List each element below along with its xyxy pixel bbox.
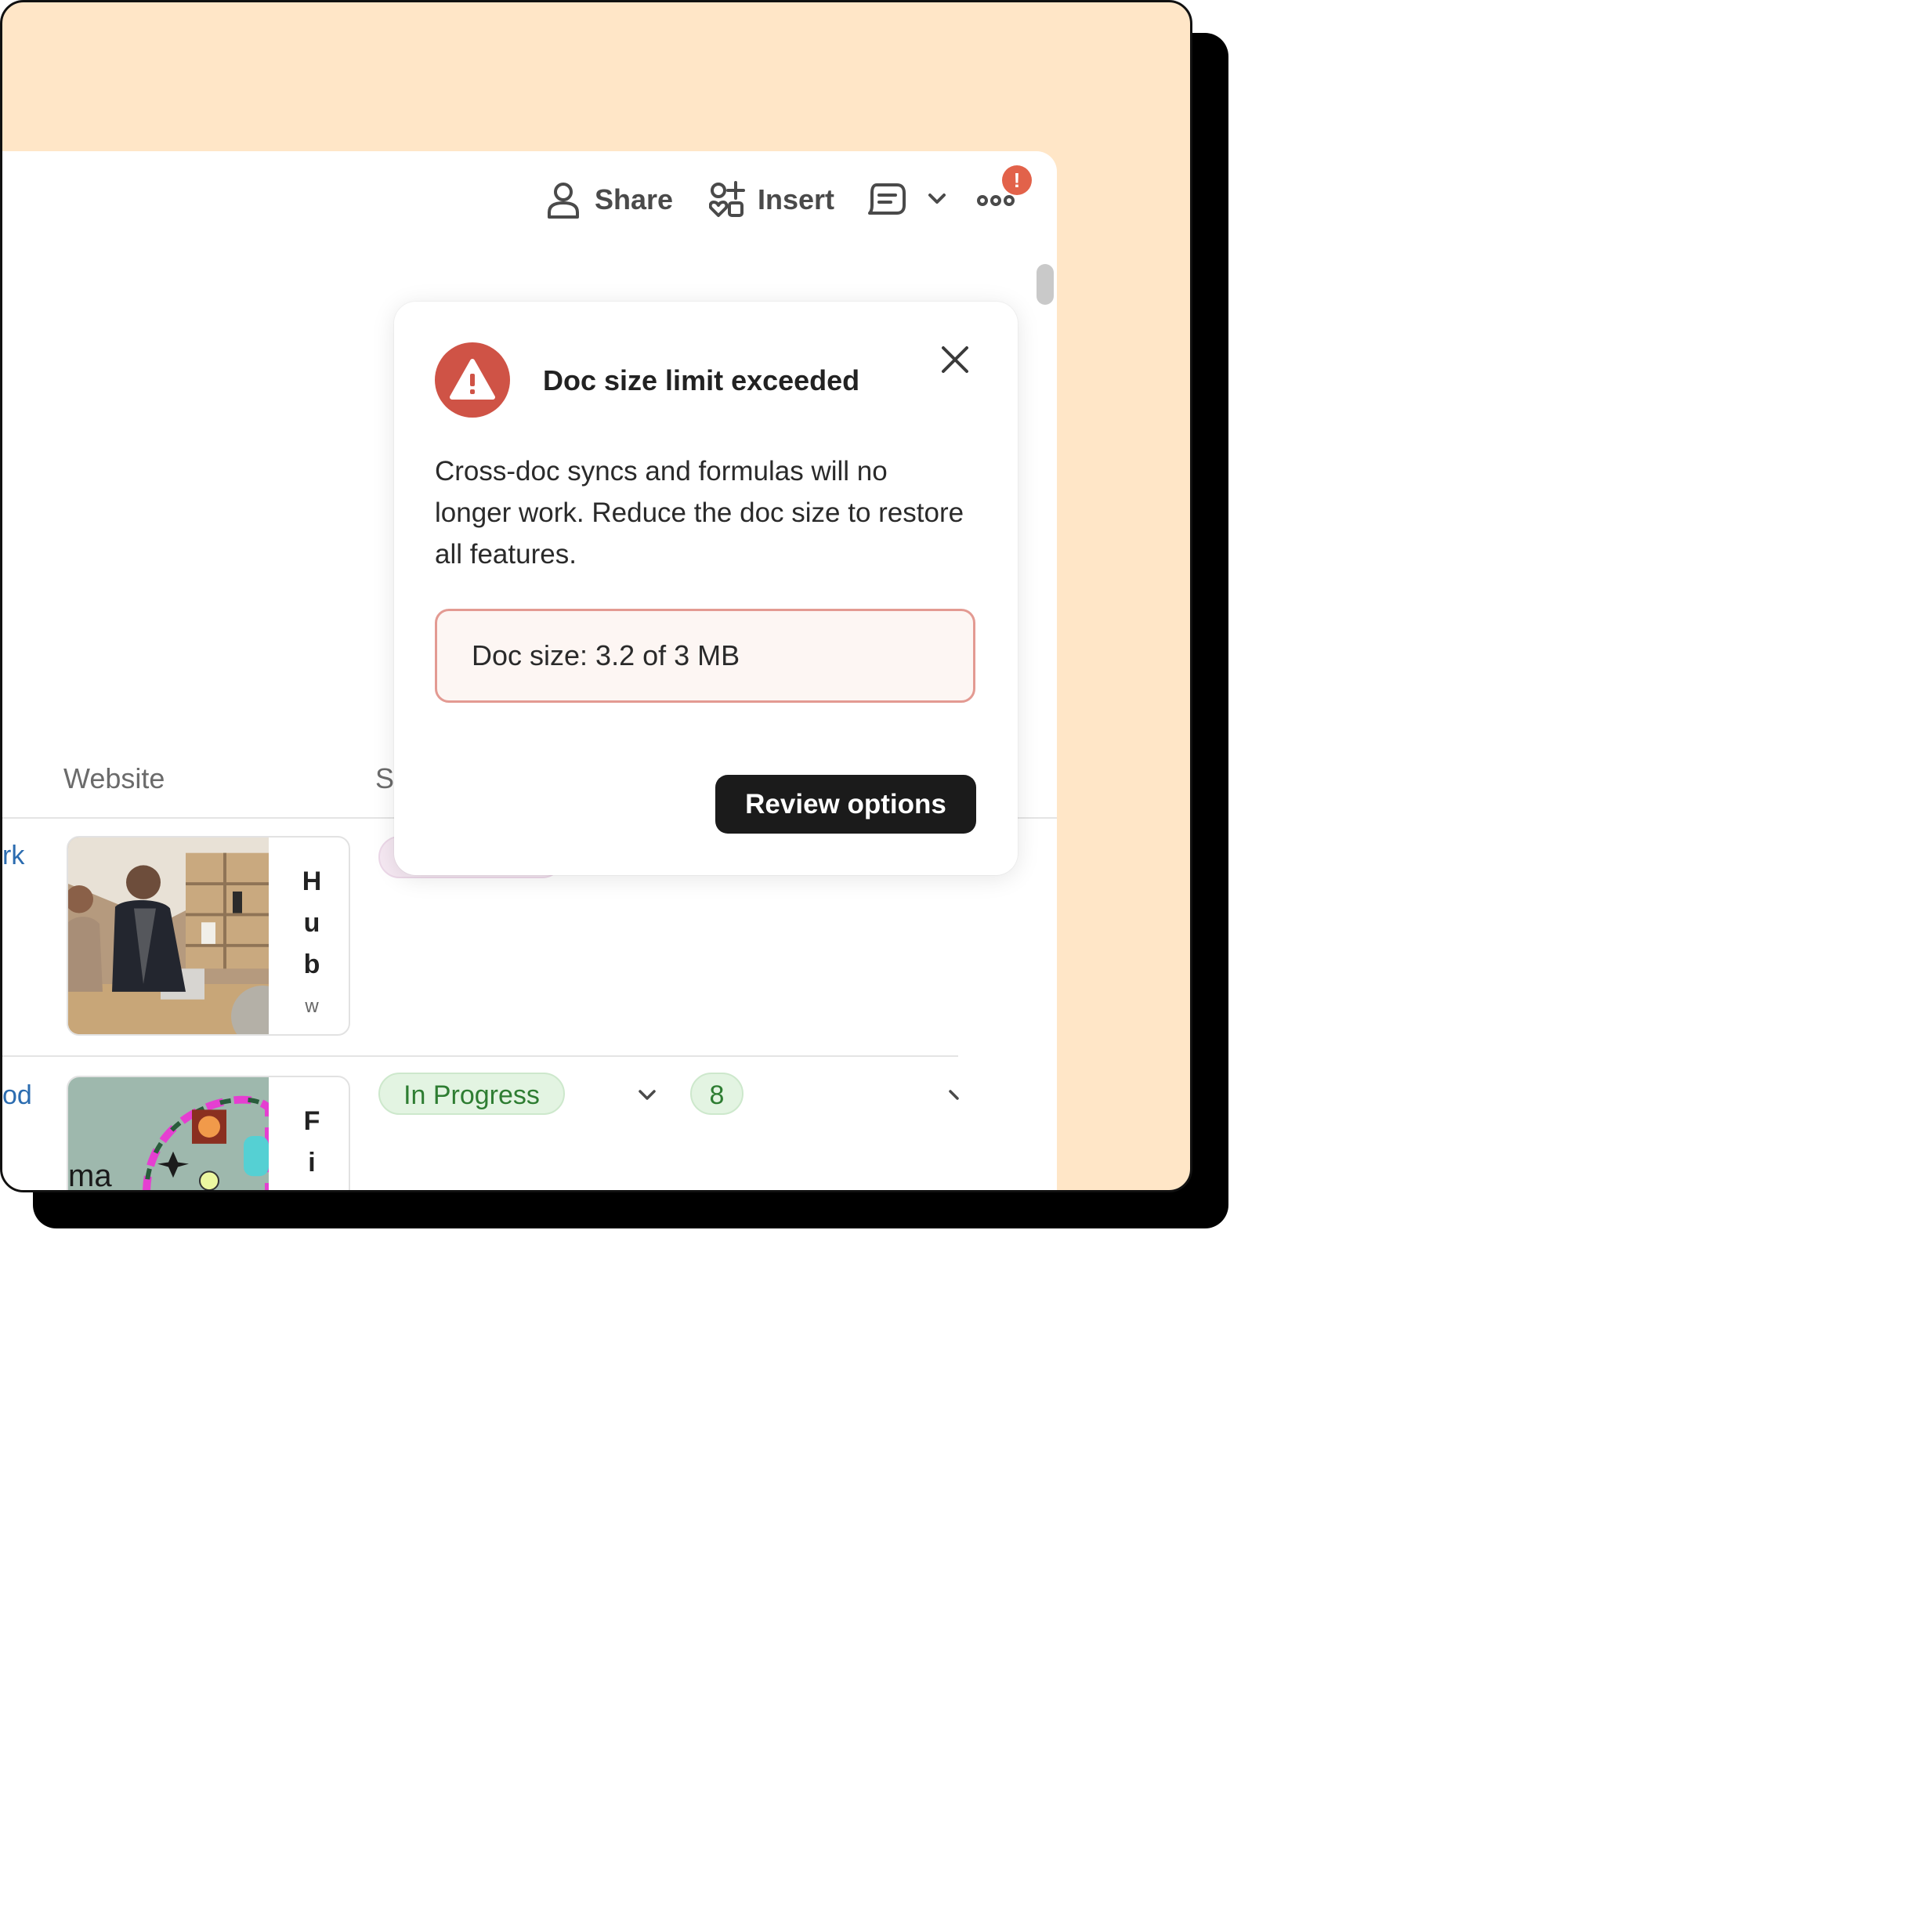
count-pill[interactable]: 8 (690, 1073, 743, 1115)
comments-button[interactable] (867, 183, 906, 219)
notification-badge: ! (1002, 165, 1032, 195)
card-subtitle-fragment: w (305, 996, 319, 1017)
more-options-button[interactable] (977, 192, 1015, 209)
card-letter: b (303, 950, 320, 979)
dialog-message: Cross-doc syncs and formulas will no lon… (435, 456, 964, 570)
doc-size-text: Doc size: 3.2 of 3 MB (472, 639, 740, 671)
chevron-down-icon[interactable] (947, 1088, 961, 1102)
warning-icon (435, 342, 510, 418)
card-letter: g (300, 1184, 324, 1190)
row-1-link[interactable]: rk (2, 841, 24, 871)
insert-button[interactable]: Insert (709, 181, 834, 219)
comment-icon (868, 183, 906, 215)
status-pill-in-progress[interactable]: In Progress (378, 1073, 565, 1115)
website-card-2[interactable]: ma F i g (67, 1076, 350, 1192)
card-image-caption: ma (68, 1159, 112, 1192)
doc-size-indicator: Doc size: 3.2 of 3 MB (435, 609, 975, 703)
card-letter: i (308, 1148, 316, 1178)
doc-size-limit-dialog: Doc size limit exceeded Cross-doc syncs … (394, 302, 1018, 875)
website-card-1[interactable]: H u b w (67, 836, 350, 1036)
card-image-office (68, 838, 269, 1034)
card-title-fragment: F i g (300, 1101, 324, 1190)
insert-label: Insert (758, 183, 835, 215)
card-letter: H (302, 867, 322, 896)
vertical-scrollbar[interactable] (1037, 264, 1054, 305)
chevron-down-icon[interactable] (637, 1088, 657, 1102)
comments-dropdown-button[interactable] (927, 192, 947, 206)
card-title-fragment: H u b w (300, 861, 324, 1027)
column-header-website[interactable]: Website (63, 762, 165, 795)
chevron-down-icon (928, 194, 946, 204)
close-icon (942, 346, 968, 373)
close-button[interactable] (941, 346, 969, 374)
column-header-status[interactable]: S (375, 762, 394, 795)
card-letter: u (303, 908, 320, 938)
share-label: Share (595, 183, 674, 215)
more-icon (977, 195, 1015, 206)
row-divider (2, 1055, 958, 1057)
share-button[interactable]: Share (546, 181, 673, 219)
person-icon (548, 183, 579, 219)
dialog-title: Doc size limit exceeded (543, 364, 860, 396)
review-options-button[interactable]: Review options (715, 775, 976, 834)
row-2-link[interactable]: od (2, 1080, 32, 1111)
card-letter: F (303, 1106, 320, 1136)
insert-shapes-icon (709, 181, 745, 217)
screenshot-frame: Share Insert ! Website S rk H u b w od m… (0, 0, 1192, 1192)
